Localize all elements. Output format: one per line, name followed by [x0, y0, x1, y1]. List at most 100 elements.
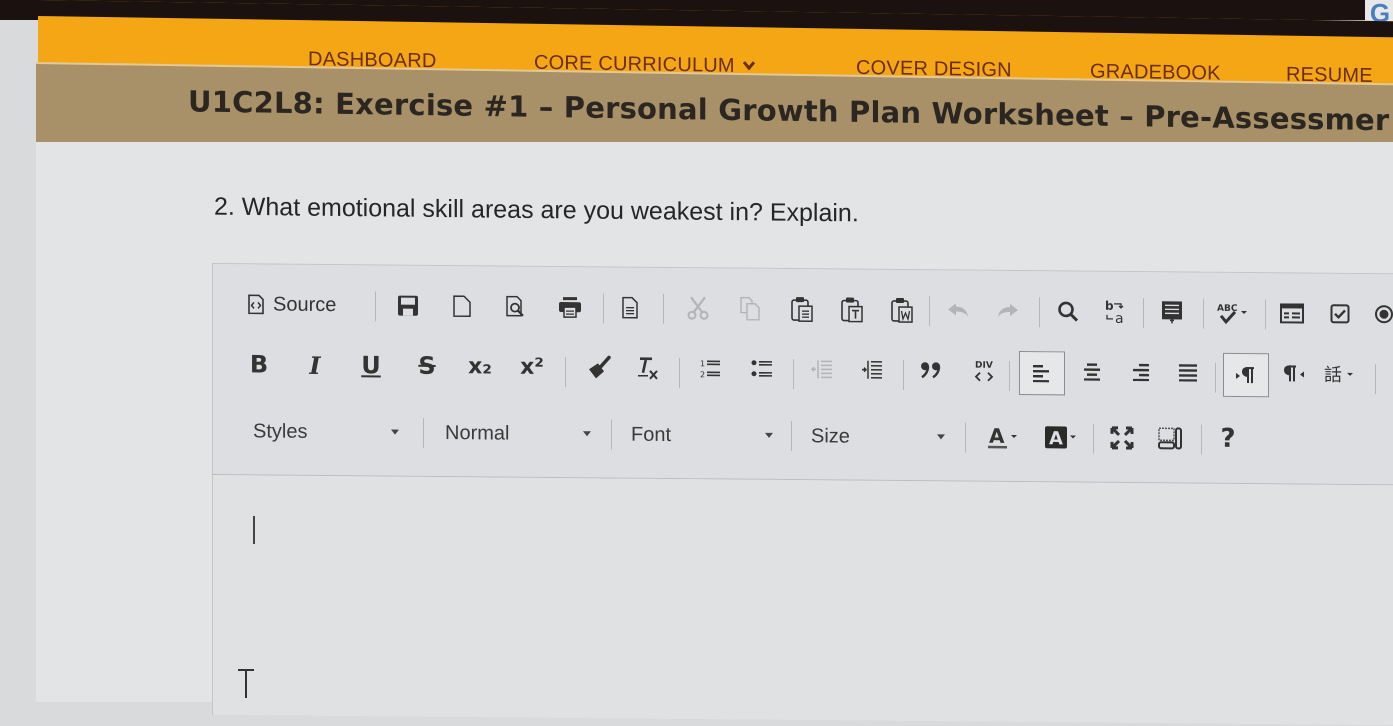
- remove-format-icon: [636, 356, 660, 380]
- text-direction-rtl-button[interactable]: [1279, 357, 1309, 389]
- increase-indent-button[interactable]: [857, 354, 887, 386]
- toolbar-separator: [791, 421, 792, 452]
- language-button[interactable]: 話: [1319, 358, 1361, 390]
- toolbar-separator: [603, 293, 604, 324]
- text-color-button[interactable]: A: [983, 421, 1023, 453]
- new-page-button[interactable]: [447, 290, 477, 322]
- paste-from-word-icon: [891, 297, 913, 323]
- editor-toolbar: Source ba ABC B I U S x₂ x² 1 2 DIV 話 St…: [213, 264, 1393, 486]
- svg-text:A: A: [989, 424, 1005, 448]
- toolbar-separator: [423, 417, 424, 448]
- toolbar-separator: [929, 296, 930, 327]
- italic-icon: I: [309, 350, 321, 380]
- align-center-icon: [1082, 363, 1102, 381]
- create-div-button[interactable]: DIV: [969, 355, 999, 387]
- paste-text-icon: [841, 296, 863, 323]
- size-dropdown[interactable]: Size: [811, 419, 945, 454]
- svg-text:b: b: [1105, 299, 1114, 313]
- paste-text-button[interactable]: [837, 293, 867, 325]
- align-right-button[interactable]: [1125, 356, 1155, 388]
- justify-button[interactable]: [1173, 356, 1203, 388]
- svg-text:1: 1: [700, 359, 705, 368]
- maximize-button[interactable]: [1107, 422, 1137, 454]
- remove-format-button[interactable]: [633, 352, 663, 384]
- subscript-button[interactable]: x₂: [465, 350, 495, 382]
- paste-from-word-button[interactable]: [887, 294, 917, 326]
- blockquote-button[interactable]: [917, 354, 947, 386]
- format-label: Normal: [445, 421, 510, 445]
- templates-button[interactable]: [615, 292, 645, 324]
- select-all-icon: [1161, 300, 1183, 324]
- undo-button[interactable]: [943, 294, 973, 326]
- spellcheck-button[interactable]: ABC: [1213, 297, 1253, 329]
- copy-button[interactable]: [735, 293, 765, 325]
- text-direction-rtl-icon: [1283, 364, 1305, 382]
- background-color-icon: A: [1044, 424, 1078, 450]
- source-button[interactable]: Source: [247, 288, 336, 321]
- decrease-indent-icon: [811, 358, 833, 380]
- page-title: U1C2L8: Exercise #1 – Personal Growth Pl…: [188, 84, 1390, 138]
- styles-dropdown[interactable]: Styles: [253, 414, 399, 449]
- radio-button[interactable]: [1369, 298, 1393, 330]
- form-button[interactable]: [1277, 297, 1307, 329]
- font-dropdown[interactable]: Font: [631, 418, 773, 453]
- superscript-button[interactable]: x²: [517, 351, 547, 383]
- paste-button[interactable]: [787, 293, 817, 325]
- spellcheck-icon: ABC: [1216, 301, 1250, 325]
- align-left-button[interactable]: [1019, 351, 1065, 396]
- radio-icon: [1374, 304, 1393, 324]
- redo-icon: [997, 303, 1019, 319]
- select-all-button[interactable]: [1157, 296, 1187, 328]
- italic-button[interactable]: I: [301, 349, 329, 381]
- cut-icon: [687, 296, 709, 320]
- text-color-icon: A: [987, 424, 1019, 450]
- underline-button[interactable]: U: [357, 349, 385, 381]
- preview-icon: [506, 295, 526, 318]
- bulleted-list-button[interactable]: [747, 353, 777, 385]
- checkbox-icon: [1330, 304, 1350, 324]
- bold-button[interactable]: B: [245, 348, 273, 380]
- editor-content-area[interactable]: [213, 475, 1393, 726]
- bold-icon: B: [249, 350, 269, 379]
- copy-icon: [739, 296, 761, 321]
- replace-button[interactable]: ba: [1101, 296, 1131, 328]
- help-button[interactable]: ?: [1213, 423, 1243, 455]
- toolbar-separator: [565, 357, 566, 388]
- align-right-icon: [1130, 363, 1150, 382]
- decrease-indent-button[interactable]: [807, 353, 837, 385]
- caret-down-icon: [765, 432, 773, 438]
- align-center-button[interactable]: [1077, 356, 1107, 388]
- justify-icon: [1178, 363, 1198, 382]
- toolbar-separator: [1009, 360, 1010, 391]
- format-dropdown[interactable]: Normal: [445, 416, 591, 451]
- cut-button[interactable]: [683, 292, 713, 324]
- preview-button[interactable]: [501, 291, 531, 323]
- toolbar-separator: [1203, 298, 1204, 329]
- underline-icon: U: [361, 351, 381, 380]
- toolbar-separator: [679, 358, 680, 389]
- numbered-list-icon: 12: [699, 357, 721, 379]
- svg-text:2: 2: [700, 370, 705, 379]
- subscript-icon: x₂: [468, 353, 492, 379]
- create-div-icon: DIV: [973, 358, 995, 384]
- svg-text:話: 話: [1324, 365, 1342, 385]
- print-button[interactable]: [555, 291, 585, 323]
- find-button[interactable]: [1053, 295, 1083, 327]
- numbered-list-button[interactable]: 12: [695, 352, 725, 384]
- checkbox-button[interactable]: [1325, 298, 1355, 330]
- caret-down-icon: [391, 429, 399, 435]
- language-icon: 話: [1323, 363, 1357, 385]
- caret-down-icon: [937, 434, 945, 440]
- redo-button[interactable]: [993, 295, 1023, 327]
- copy-formatting-icon: [588, 355, 612, 379]
- print-icon: [558, 296, 582, 318]
- show-blocks-button[interactable]: [1155, 422, 1185, 454]
- background-color-button[interactable]: A: [1041, 421, 1081, 453]
- text-direction-ltr-button[interactable]: [1223, 352, 1269, 398]
- copy-formatting-button[interactable]: [585, 351, 615, 383]
- toolbar-separator: [1143, 298, 1144, 329]
- save-button[interactable]: [393, 290, 423, 322]
- toolbar-separator: [1039, 297, 1040, 328]
- strikethrough-button[interactable]: S: [413, 350, 441, 382]
- text-direction-ltr-icon: [1235, 366, 1257, 384]
